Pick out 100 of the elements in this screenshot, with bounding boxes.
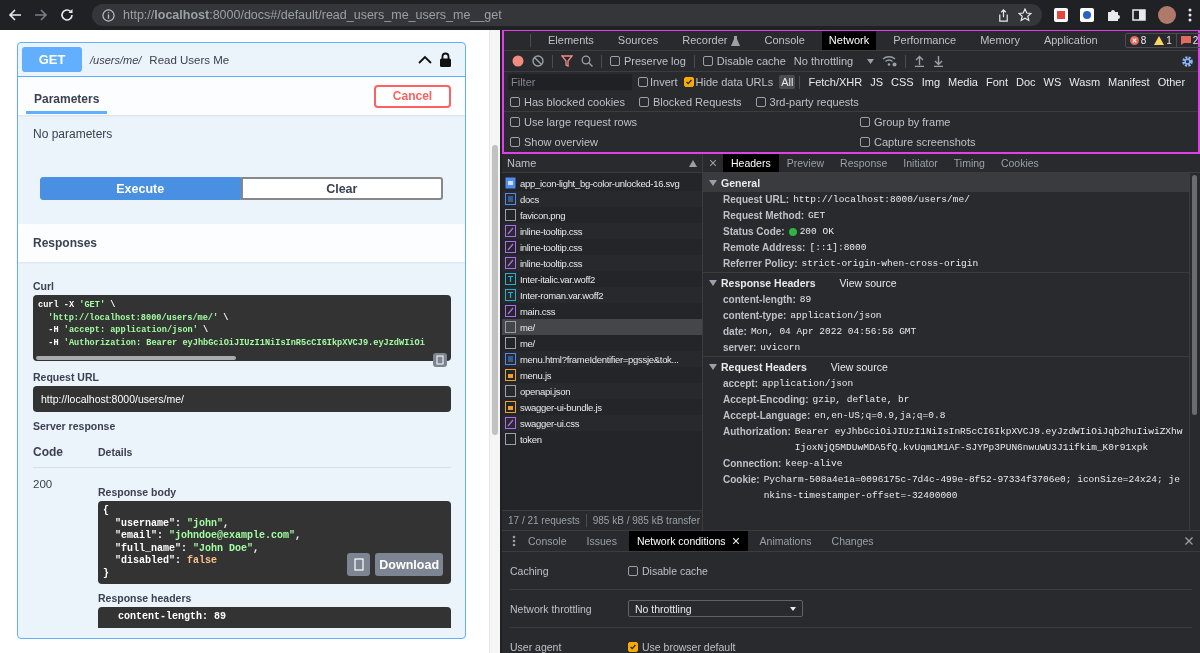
clear-icon[interactable] <box>532 55 544 67</box>
request-row[interactable]: openapi.json <box>502 383 702 399</box>
type-filter-button[interactable]: Font <box>984 75 1010 89</box>
panel-tab[interactable]: Memory <box>973 31 1027 50</box>
sort-icon[interactable] <box>689 159 697 167</box>
section-header[interactable]: Response Headers View source <box>703 273 1189 292</box>
star-icon[interactable] <box>1018 8 1032 22</box>
filter-field[interactable]: Filter <box>508 74 632 90</box>
checkbox[interactable] <box>683 77 694 87</box>
issue-counter[interactable]: 2 <box>1175 34 1200 47</box>
panel-tab[interactable]: Recorder <box>675 31 748 50</box>
view-source-link[interactable]: View source <box>830 360 888 373</box>
caret-icon[interactable] <box>418 55 432 64</box>
request-row[interactable]: inline-tooltip.css <box>502 223 702 239</box>
type-filter-button[interactable]: Img <box>919 75 942 89</box>
settings-icon[interactable] <box>1181 54 1194 68</box>
extension-icon[interactable] <box>1080 8 1094 22</box>
detail-tab[interactable]: Initiator <box>895 154 946 172</box>
wifi-icon[interactable] <box>882 55 898 67</box>
request-row[interactable]: swagger-ui.css <box>502 415 702 431</box>
type-filter-button[interactable]: Fetch/XHR <box>806 75 865 89</box>
reload-icon[interactable] <box>60 8 74 22</box>
drawer-tab[interactable]: Changes <box>823 531 882 551</box>
type-filter-button[interactable]: Doc <box>1014 75 1038 89</box>
checkbox[interactable] <box>628 641 638 652</box>
checkbox[interactable] <box>638 77 648 87</box>
request-row[interactable]: menu.js <box>502 367 702 383</box>
drawer-tab[interactable]: Network conditions <box>628 531 748 551</box>
scrollbar[interactable] <box>1189 173 1200 530</box>
checkbox[interactable] <box>628 565 638 576</box>
clear-button[interactable]: Clear <box>240 177 444 200</box>
checkbox[interactable] <box>755 96 766 107</box>
request-row[interactable]: app_icon-light_bg-color-unlocked-16.svg <box>502 175 702 191</box>
request-row[interactable]: me/ <box>502 319 702 335</box>
drawer-tab[interactable]: Issues <box>578 531 625 551</box>
copy-button[interactable] <box>347 553 371 576</box>
type-filter-button[interactable]: Media <box>946 75 980 89</box>
more-icon[interactable] <box>512 535 516 547</box>
sidebar-icon[interactable] <box>1132 8 1146 22</box>
panel-tab[interactable]: Console <box>757 31 812 50</box>
warning-counter[interactable]: 1 <box>1150 34 1176 47</box>
upload-icon[interactable] <box>914 55 926 67</box>
filter-icon[interactable] <box>561 55 573 67</box>
throttling-dropdown[interactable]: No throttling <box>793 55 875 67</box>
record-icon[interactable] <box>512 55 524 67</box>
share-icon[interactable] <box>997 8 1010 22</box>
detail-tab[interactable]: Preview <box>778 154 833 172</box>
request-row[interactable]: inline-tooltip.css <box>502 255 702 271</box>
drawer-tab[interactable]: Console <box>520 531 575 551</box>
address-bar[interactable]: http://localhost:8000/docs#/default/read_users_me_users_me__get <box>92 4 1042 26</box>
view-source-link[interactable]: View source <box>839 276 897 289</box>
checkbox[interactable] <box>702 56 713 66</box>
request-row[interactable]: token <box>502 431 702 447</box>
avatar-icon[interactable] <box>1158 6 1176 24</box>
detail-tab[interactable]: Headers <box>723 154 779 172</box>
drawer-tab[interactable]: Animations <box>751 531 820 551</box>
request-row[interactable]: favicon.png <box>502 207 702 223</box>
detail-tab[interactable]: Cookies <box>992 154 1047 172</box>
type-filter-button[interactable]: All <box>779 75 796 89</box>
search-icon[interactable] <box>581 55 593 67</box>
error-counter[interactable]: 8 <box>1125 34 1151 47</box>
download-button[interactable]: Download <box>375 553 443 576</box>
checkbox[interactable] <box>860 137 870 147</box>
throttling-dropdown[interactable]: No throttling <box>628 600 803 617</box>
panel-tab[interactable]: Elements <box>541 31 601 50</box>
forward-icon[interactable] <box>34 8 48 22</box>
download-icon[interactable] <box>933 55 945 67</box>
type-filter-button[interactable]: CSS <box>889 75 916 89</box>
section-header[interactable]: Request Headers View source <box>703 357 1189 376</box>
type-filter-button[interactable]: Manifest <box>1106 75 1152 89</box>
panel-tab[interactable]: Network <box>821 31 877 50</box>
back-icon[interactable] <box>8 8 22 22</box>
checkbox[interactable] <box>510 137 520 147</box>
type-filter-button[interactable]: Other <box>1155 75 1188 89</box>
menu-icon[interactable] <box>1188 8 1192 22</box>
section-header[interactable]: General <box>703 173 1189 192</box>
scrollbar[interactable] <box>36 356 236 360</box>
puzzle-icon[interactable] <box>1106 8 1120 22</box>
checkbox[interactable] <box>638 96 649 107</box>
panel-tab[interactable]: Sources <box>610 31 666 50</box>
type-filter-button[interactable]: Wasm <box>1067 75 1103 89</box>
detail-tab[interactable]: Response <box>832 154 896 172</box>
checkbox[interactable] <box>510 96 520 107</box>
checkbox[interactable] <box>510 117 520 127</box>
info-icon[interactable] <box>102 8 115 22</box>
checkbox[interactable] <box>860 117 870 127</box>
request-row[interactable]: swagger-ui-bundle.js <box>502 399 702 415</box>
request-row[interactable]: main.css <box>502 303 702 319</box>
request-row[interactable]: docs <box>502 191 702 207</box>
copy-icon[interactable] <box>433 353 447 367</box>
parameters-tab[interactable]: Parameters <box>26 82 108 114</box>
type-filter-button[interactable]: JS <box>868 75 886 89</box>
type-filter-button[interactable]: WS <box>1041 75 1064 89</box>
lock-icon[interactable] <box>440 52 451 67</box>
checkbox[interactable] <box>610 56 620 66</box>
request-row[interactable]: Inter-roman.var.woff2 <box>502 287 702 303</box>
panel-tab[interactable]: Application <box>1036 31 1105 50</box>
column-header[interactable]: Name <box>507 157 537 169</box>
request-row[interactable]: menu.html?frameIdentifier=pgssje&tok... <box>502 351 702 367</box>
request-row[interactable]: me/ <box>502 335 702 351</box>
